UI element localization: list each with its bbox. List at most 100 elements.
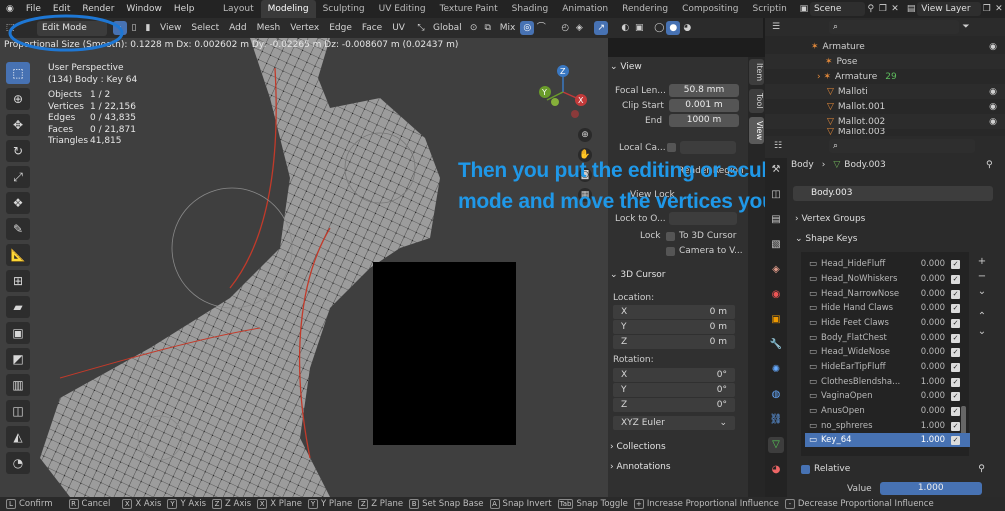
scene-icon[interactable]: ▣	[798, 2, 810, 16]
add-key-icon[interactable]: +	[973, 254, 991, 269]
shape-key-row[interactable]: ▭ Head_NarrowNose 0.000 ✓	[805, 287, 970, 301]
shape-key-mute-checkbox[interactable]: ✓	[951, 421, 961, 431]
shape-key-mute-checkbox[interactable]: ✓	[951, 377, 961, 387]
cursor-rotation-y[interactable]: Y 0°	[613, 383, 735, 397]
view-layer-selector[interactable]: View Layer	[917, 2, 981, 16]
tab-tool[interactable]: Tool	[749, 89, 764, 113]
select-tool-icon[interactable]: ⬚	[6, 62, 30, 84]
relative-checkbox[interactable]	[801, 464, 810, 474]
properties-editor-icon[interactable]: ☷	[771, 139, 785, 153]
outliner-search-input[interactable]: ⌕	[829, 20, 959, 34]
cursor-rotation-x[interactable]: X 0°	[613, 368, 735, 382]
clip-start-field[interactable]: 0.001 m	[669, 99, 739, 112]
shape-key-mute-checkbox[interactable]: ✓	[951, 435, 961, 445]
shape-key-value[interactable]: 0.000	[913, 274, 945, 284]
eye-icon[interactable]: ◉	[989, 102, 997, 112]
shape-key-row[interactable]: ▭ HideEarTipFluff 0.000 ✓	[805, 360, 970, 374]
bevel-tool-icon[interactable]: ◩	[6, 348, 30, 370]
pin-icon[interactable]: ⚲	[978, 464, 985, 474]
pin-icon[interactable]: ⚲	[865, 2, 877, 16]
rotate-tool-icon[interactable]: ↻	[6, 140, 30, 162]
outliner-item[interactable]: ▽ Malloti ◉	[765, 84, 1005, 99]
solid-shading-icon[interactable]: ●	[666, 21, 681, 35]
shape-key-value[interactable]: 0.000	[913, 318, 945, 328]
shape-key-row[interactable]: ▭ Head_NoWhiskers 0.000 ✓	[805, 272, 970, 286]
outliner-editor-icon[interactable]: ☰	[769, 20, 783, 34]
shape-key-value[interactable]: 0.000	[913, 406, 945, 416]
proportional-edit-icon[interactable]: ◎	[520, 21, 535, 35]
shape-key-row[interactable]: ▭ ClothesBlendsha... 1.000 ✓	[805, 375, 970, 389]
shape-key-row[interactable]: ▭ VaginaOpen 0.000 ✓	[805, 389, 970, 403]
shape-key-row[interactable]: ▭ AnusOpen 0.000 ✓	[805, 404, 970, 418]
shape-key-value[interactable]: 0.000	[913, 362, 945, 372]
outliner-item[interactable]: ✶ Armature ◉	[765, 39, 1005, 54]
value-slider[interactable]: 1.000	[879, 482, 982, 495]
modifier-tab-icon[interactable]: 🔧	[768, 337, 784, 353]
shape-key-row[interactable]: ▭ Hide Feet Claws 0.000 ✓	[805, 316, 970, 330]
orientation-selector[interactable]: Global	[428, 21, 467, 36]
add-cube-tool-icon[interactable]: ⊞	[6, 270, 30, 292]
collections-panel-header[interactable]: › Collections	[610, 442, 666, 452]
view-layer-icon[interactable]: ▤	[905, 2, 917, 16]
tab-compositing[interactable]: Compositing	[675, 0, 745, 18]
loop-cut-tool-icon[interactable]: ▥	[6, 374, 30, 396]
face-select-icon[interactable]: ▮	[141, 21, 155, 35]
inset-tool-icon[interactable]: ▣	[6, 322, 30, 344]
tab-view[interactable]: View	[749, 116, 764, 144]
transform-tool-icon[interactable]: ❖	[6, 192, 30, 214]
zoom-icon[interactable]: ⊕	[578, 128, 592, 142]
tab-texture-paint[interactable]: Texture Paint	[433, 0, 505, 18]
shape-key-row[interactable]: ▭ Head_HideFluff 0.000 ✓	[805, 257, 970, 271]
camera-to-view-checkbox[interactable]	[666, 246, 675, 256]
scene-tab-icon[interactable]: ◈	[768, 262, 784, 278]
move-down-icon[interactable]: ⌄	[973, 324, 991, 339]
cursor-panel-header[interactable]: ⌄ 3D Cursor	[610, 270, 666, 280]
material-shading-icon[interactable]: ◕	[680, 21, 694, 35]
outliner-item[interactable]: ▽ Mallot.001 ◉	[765, 99, 1005, 114]
tab-modeling[interactable]: Modeling	[260, 0, 316, 18]
tab-item[interactable]: Item	[749, 59, 764, 86]
vertex-groups-panel-header[interactable]: › Vertex Groups	[795, 214, 865, 224]
tab-sculpting[interactable]: Sculpting	[316, 0, 372, 18]
breadcrumb-object[interactable]: Body	[791, 160, 814, 170]
breadcrumb-data[interactable]: Body.003	[844, 160, 885, 170]
menu-uv[interactable]: UV	[387, 21, 410, 36]
scene-selector[interactable]: Scene	[809, 2, 865, 16]
cursor-rotation-z[interactable]: Z 0°	[613, 398, 735, 412]
cursor-location-z[interactable]: Z 0 m	[613, 335, 735, 349]
measure-tool-icon[interactable]: 📐	[6, 244, 30, 266]
close-icon[interactable]: ✕	[889, 2, 901, 16]
material-tab-icon[interactable]: ◕	[768, 462, 784, 478]
shape-key-row-selected[interactable]: ▭ Key_64 1.000 ✓	[805, 433, 970, 447]
outliner-item[interactable]: ✶ Pose	[765, 54, 1005, 69]
snap-selector[interactable]: Mix	[495, 21, 521, 36]
cursor-location-y[interactable]: Y 0 m	[613, 320, 735, 334]
cursor-tool-icon[interactable]: ⊕	[6, 88, 30, 110]
shape-key-mute-checkbox[interactable]: ✓	[951, 274, 961, 284]
menu-vertex[interactable]: Vertex	[285, 21, 324, 36]
tab-uv-editing[interactable]: UV Editing	[372, 0, 433, 18]
shape-key-value[interactable]: 0.000	[913, 347, 945, 357]
close-icon[interactable]: ✕	[993, 2, 1005, 16]
transform-orientation-icon[interactable]: ⤡	[414, 21, 428, 35]
mesh-data-field[interactable]: Body.003	[793, 186, 993, 201]
shape-key-value[interactable]: 1.000	[913, 377, 945, 387]
shape-key-mute-checkbox[interactable]: ✓	[951, 303, 961, 313]
view-layer-tab-icon[interactable]: ▧	[768, 237, 784, 253]
physics-tab-icon[interactable]: ◍	[768, 387, 784, 403]
rotation-mode-dropdown[interactable]: XYZ Euler ⌄	[613, 416, 735, 430]
pin-icon[interactable]: ⚲	[986, 160, 993, 170]
shape-key-value[interactable]: 0.000	[913, 259, 945, 269]
shape-key-mute-checkbox[interactable]: ✓	[951, 289, 961, 299]
shape-key-value[interactable]: 1.000	[913, 435, 945, 445]
shape-key-value[interactable]: 0.000	[913, 391, 945, 401]
shape-key-mute-checkbox[interactable]: ✓	[951, 259, 961, 269]
output-tab-icon[interactable]: ▤	[768, 212, 784, 228]
menu-face[interactable]: Face	[357, 21, 387, 36]
extrude-tool-icon[interactable]: ▰	[6, 296, 30, 318]
shape-key-row[interactable]: ▭ Body_FlatChest 0.000 ✓	[805, 331, 970, 345]
menu-add[interactable]: Add	[224, 21, 251, 36]
shape-key-value[interactable]: 0.000	[913, 289, 945, 299]
copy-icon[interactable]: ❐	[981, 2, 993, 16]
shape-key-value[interactable]: 0.000	[913, 333, 945, 343]
